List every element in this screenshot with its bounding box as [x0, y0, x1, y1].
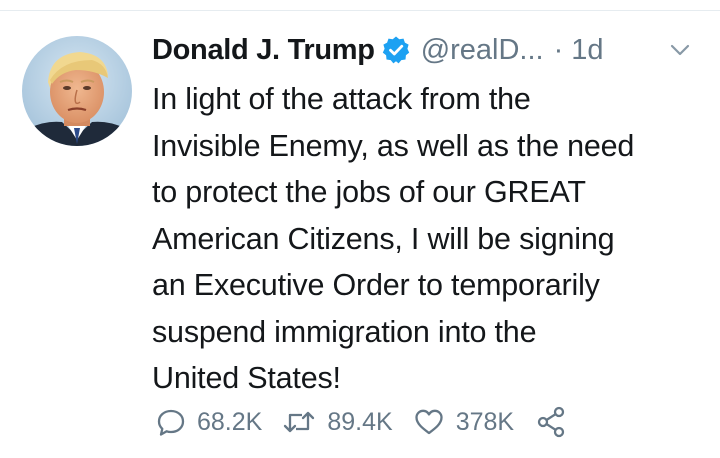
tweet-text-line: United States! [152, 361, 341, 395]
separator-dot: · [553, 33, 564, 66]
tweet-text: In light of the attack from the Invisibl… [152, 76, 708, 402]
display-name[interactable]: Donald J. Trump [152, 34, 375, 67]
tweet-text-line: American Citizens, I will be signing [152, 221, 615, 256]
retweet-icon [282, 407, 316, 437]
tweet-text-line: Invisible Enemy, as well as the need [152, 128, 635, 163]
tweet-text-line: to protect the jobs of our GREAT [152, 175, 586, 209]
avatar[interactable] [22, 36, 132, 146]
share-icon [534, 405, 568, 439]
tweet-text-line: an Executive Order to temporarily [152, 268, 600, 302]
tweet-text-line: suspend immigration into the [152, 314, 537, 349]
user-handle[interactable]: @realD... [421, 34, 544, 67]
like-button[interactable]: 378K [413, 407, 514, 437]
heart-icon [413, 407, 445, 437]
reply-count: 68.2K [197, 407, 263, 436]
verified-badge-icon [381, 35, 411, 65]
avatar-image [22, 36, 132, 146]
tweet-header: Donald J. Trump @realD... · 1d [152, 28, 604, 72]
reply-icon [156, 407, 186, 437]
timestamp[interactable]: 1d [571, 34, 603, 67]
chevron-down-icon[interactable] [668, 42, 692, 58]
reply-button[interactable]: 68.2K [156, 407, 262, 437]
tweet-actions: 68.2K 89.4K 378K [156, 402, 588, 442]
share-button[interactable] [534, 405, 568, 439]
retweet-button[interactable]: 89.4K [282, 407, 393, 437]
like-count: 378K [455, 407, 515, 436]
tweet-card[interactable]: Donald J. Trump @realD... · 1d In light … [0, 0, 720, 458]
retweet-count: 89.4K [327, 407, 393, 436]
tweet-text-line: In light of the attack from the [152, 82, 531, 116]
